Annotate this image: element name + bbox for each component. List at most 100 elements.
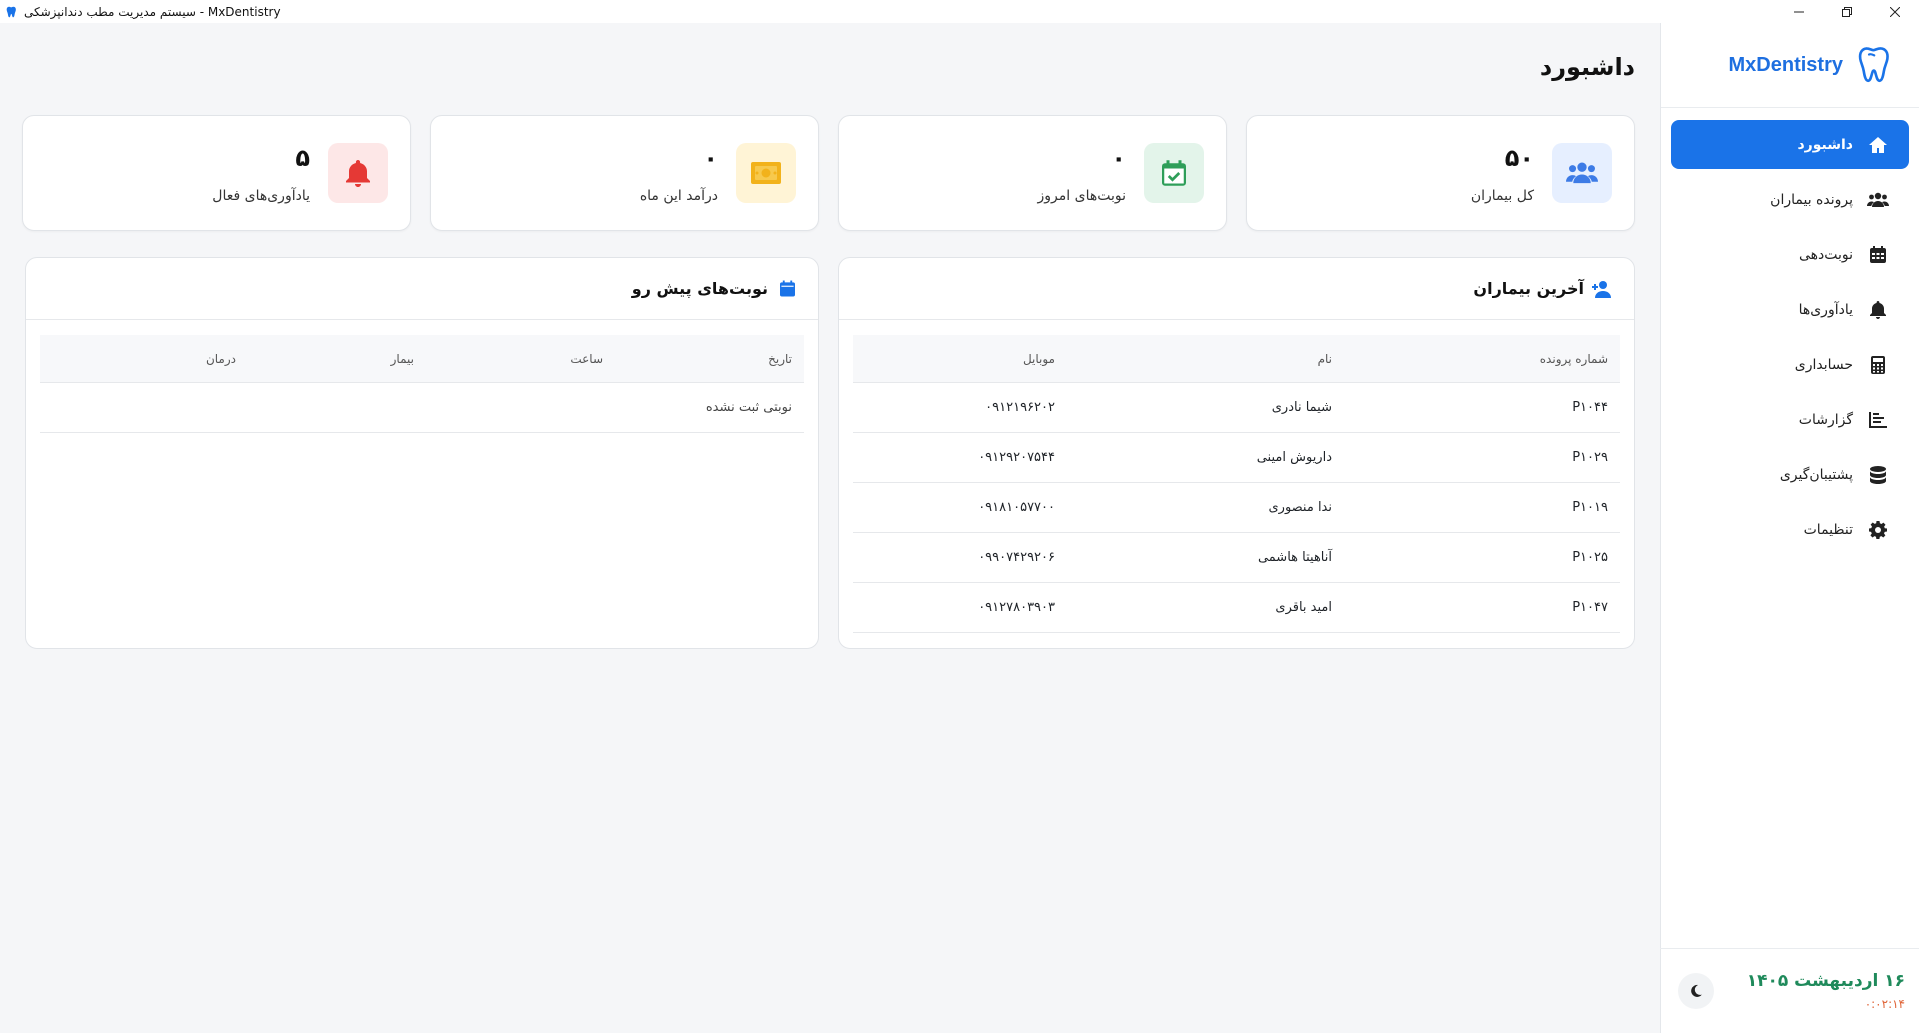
- recent-patients-table: شماره پرونده نام موبایل P۱۰۴۴ شیما نادری…: [853, 335, 1620, 633]
- stat-value: ۵: [295, 144, 310, 172]
- close-button[interactable]: [1871, 0, 1919, 23]
- sidebar-item-label: داشبورد: [1797, 136, 1854, 153]
- money-icon: [736, 143, 796, 203]
- table-row[interactable]: P۱۰۱۹ ندا منصوری ۰۹۱۸۱۰۵۷۷۰۰: [853, 483, 1620, 533]
- table-header: تاریخ ساعت بیمار درمان: [40, 335, 804, 383]
- table-row[interactable]: P۱۰۴۷ امید باقری ۰۹۱۲۷۸۰۳۹۰۳: [853, 583, 1620, 633]
- sidebar-item-reminders[interactable]: یادآوری‌ها: [1671, 285, 1909, 334]
- sidebar-item-appointments[interactable]: نوبت‌دهی: [1671, 230, 1909, 279]
- stat-card-monthly-income: ۰ درآمد این ماه: [430, 115, 819, 231]
- brand[interactable]: MxDentistry: [1661, 23, 1919, 108]
- column-header: نام: [1317, 351, 1332, 366]
- sidebar-item-backup[interactable]: پشتیبان‌گیری: [1671, 450, 1909, 499]
- table-header: شماره پرونده نام موبایل: [853, 335, 1620, 383]
- table-row[interactable]: P۱۰۴۴ شیما نادری ۰۹۱۲۱۹۶۲۰۲: [853, 383, 1620, 433]
- moon-icon: [1691, 984, 1702, 997]
- restore-icon: [1842, 6, 1852, 17]
- date-time: ۱۶ اردیبهشت ۱۴۰۵ ۰:۰۲:۱۴: [1747, 971, 1905, 1011]
- patient-name: ندا منصوری: [1268, 500, 1332, 515]
- calendar-check-icon: [1144, 143, 1204, 203]
- patient-name: آناهیتا هاشمی: [1257, 550, 1332, 565]
- calculator-icon: [1867, 354, 1889, 376]
- column-header: ساعت: [570, 351, 603, 366]
- panel-header: نوبت‌های پیش رو: [26, 258, 818, 320]
- restore-button[interactable]: [1823, 0, 1871, 23]
- column-header: بیمار: [390, 351, 414, 366]
- table-row[interactable]: P۱۰۲۹ داریوش امینی ۰۹۱۲۹۲۰۷۵۴۴: [853, 433, 1620, 483]
- column-header: تاریخ: [768, 351, 792, 366]
- sidebar-nav: داشبورد پرونده بیماران نوبت‌دهی یادآوری‌…: [1661, 108, 1919, 554]
- empty-state: نوبتی ثبت نشده: [40, 383, 804, 433]
- bell-icon: [1867, 299, 1889, 321]
- mobile-number: ۰۹۱۸۱۰۵۷۷۰۰: [978, 500, 1055, 515]
- title-bar: سیستم مدیریت مطب دندانپزشکی - MxDentistr…: [0, 0, 1919, 23]
- file-number: P۱۰۴۴: [1572, 400, 1608, 415]
- upcoming-appointments-table: تاریخ ساعت بیمار درمان نوبتی ثبت نشده: [40, 335, 804, 433]
- database-icon: [1867, 464, 1889, 486]
- bell-icon: [328, 143, 388, 203]
- panel-title: نوبت‌های پیش رو: [631, 279, 768, 298]
- current-time: ۰:۰۲:۱۴: [1864, 997, 1905, 1011]
- file-number: P۱۰۱۹: [1572, 500, 1608, 515]
- sidebar-footer: ۱۶ اردیبهشت ۱۴۰۵ ۰:۰۲:۱۴: [1660, 948, 1919, 1033]
- tooth-logo-icon: [6, 6, 16, 17]
- calendar-icon: [1867, 244, 1889, 266]
- minimize-button[interactable]: [1775, 0, 1823, 23]
- stat-value: ۵۰: [1504, 144, 1534, 172]
- window-title: سیستم مدیریت مطب دندانپزشکی - MxDentistr…: [24, 4, 281, 19]
- tooth-logo-icon: [1858, 47, 1889, 83]
- file-number: P۱۰۲۵: [1572, 550, 1608, 565]
- sidebar-item-settings[interactable]: تنظیمات: [1671, 505, 1909, 554]
- column-header: درمان: [205, 351, 236, 366]
- stat-card-total-patients: ۵۰ کل بیماران: [1246, 115, 1635, 231]
- close-icon: [1890, 6, 1900, 17]
- sidebar-item-dashboard[interactable]: داشبورد: [1671, 120, 1909, 169]
- sidebar-item-patients[interactable]: پرونده بیماران: [1671, 175, 1909, 224]
- stat-label: یادآوری‌های فعال: [212, 188, 310, 204]
- column-header: شماره پرونده: [1539, 351, 1608, 366]
- sidebar-item-label: گزارشات: [1798, 411, 1853, 428]
- patient-name: داریوش امینی: [1256, 450, 1332, 465]
- sidebar-item-label: نوبت‌دهی: [1798, 246, 1853, 263]
- home-icon: [1867, 134, 1889, 156]
- patient-name: امید باقری: [1275, 600, 1332, 615]
- mobile-number: ۰۹۱۲۹۲۰۷۵۴۴: [978, 450, 1055, 465]
- page-title: داشبورد: [1539, 53, 1635, 81]
- panel-header: آخرین بیماران: [839, 258, 1634, 320]
- stat-label: نوبت‌های امروز: [1037, 188, 1126, 204]
- patient-name: شیما نادری: [1271, 400, 1332, 415]
- current-date: ۱۶ اردیبهشت ۱۴۰۵: [1746, 971, 1905, 991]
- sidebar: MxDentistry داشبورد پرونده بیماران نوبت‌…: [1660, 23, 1919, 1033]
- user-plus-icon: [1592, 278, 1614, 300]
- brand-name: MxDentistry: [1728, 53, 1843, 76]
- gear-icon: [1867, 519, 1889, 541]
- recent-patients-panel: آخرین بیماران شماره پرونده نام موبایل P۱…: [838, 257, 1635, 649]
- stat-label: درآمد این ماه: [639, 188, 718, 204]
- stat-value: ۰: [703, 144, 718, 172]
- stat-value: ۰: [1111, 144, 1126, 172]
- sidebar-item-label: پرونده بیماران: [1770, 191, 1853, 208]
- calendar-icon: [776, 278, 798, 300]
- stat-card-active-reminders: ۵ یادآوری‌های فعال: [22, 115, 411, 231]
- main-content: داشبورد ۵۰ کل بیماران ۰ نوبت‌های امروز ۰…: [0, 23, 1660, 1033]
- mobile-number: ۰۹۱۲۷۸۰۳۹۰۳: [978, 600, 1055, 615]
- column-header: موبایل: [1022, 351, 1055, 366]
- chart-icon: [1867, 409, 1889, 431]
- sidebar-item-accounting[interactable]: حسابداری: [1671, 340, 1909, 389]
- file-number: P۱۰۴۷: [1572, 600, 1608, 615]
- sidebar-item-label: یادآوری‌ها: [1798, 301, 1853, 318]
- file-number: P۱۰۲۹: [1572, 450, 1608, 465]
- upcoming-appointments-panel: نوبت‌های پیش رو تاریخ ساعت بیمار درمان ن…: [25, 257, 819, 649]
- users-icon: [1867, 189, 1889, 211]
- sidebar-item-label: تنظیمات: [1803, 521, 1853, 538]
- stat-label: کل بیماران: [1470, 188, 1534, 204]
- mobile-number: ۰۹۱۲۱۹۶۲۰۲: [985, 400, 1055, 415]
- users-icon: [1552, 143, 1612, 203]
- theme-toggle-button[interactable]: [1678, 973, 1714, 1009]
- sidebar-item-label: پشتیبان‌گیری: [1779, 466, 1853, 483]
- panel-title: آخرین بیماران: [1473, 279, 1584, 298]
- table-row[interactable]: P۱۰۲۵ آناهیتا هاشمی ۰۹۹۰۷۴۲۹۲۰۶: [853, 533, 1620, 583]
- sidebar-item-reports[interactable]: گزارشات: [1671, 395, 1909, 444]
- mobile-number: ۰۹۹۰۷۴۲۹۲۰۶: [978, 550, 1055, 565]
- stat-card-today-appointments: ۰ نوبت‌های امروز: [838, 115, 1227, 231]
